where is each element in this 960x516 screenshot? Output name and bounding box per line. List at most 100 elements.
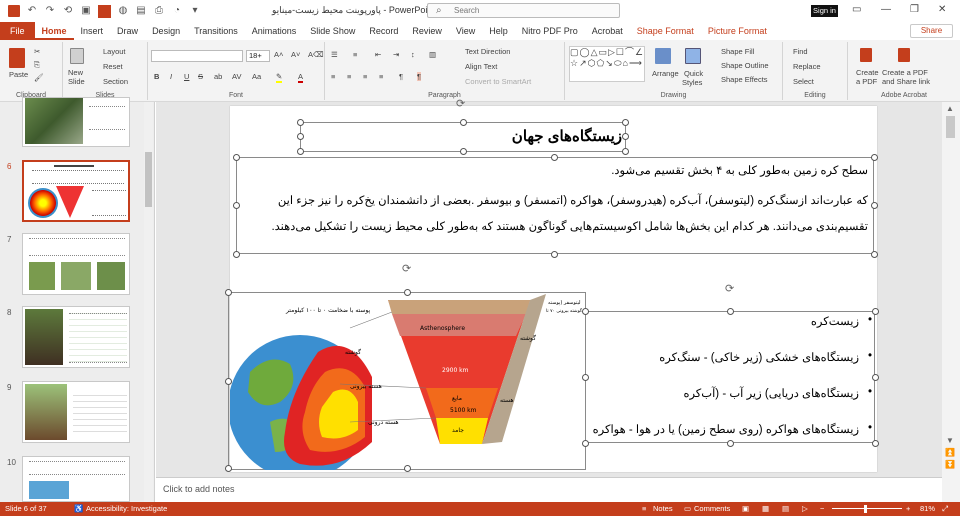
- create-share-label-2[interactable]: and Share link: [882, 77, 930, 86]
- tab-shape-format[interactable]: Shape Format: [630, 22, 701, 40]
- arrange-icon[interactable]: [655, 48, 671, 64]
- slide-title[interactable]: زیستگاه‌های جهان: [302, 122, 622, 152]
- tab-insert[interactable]: Insert: [74, 22, 111, 40]
- selection-handle[interactable]: [233, 251, 240, 258]
- zoom-slider[interactable]: [832, 508, 902, 509]
- format-painter-icon[interactable]: 🖌: [34, 73, 44, 82]
- create-pdf-label-2[interactable]: a PDF: [856, 77, 877, 86]
- find-button[interactable]: Find: [793, 47, 808, 56]
- start-from-beginning-icon[interactable]: ▣: [80, 5, 92, 17]
- align-center-icon[interactable]: ≡: [347, 72, 351, 81]
- increase-indent-icon[interactable]: ⇥: [393, 50, 399, 59]
- convert-smartart-button[interactable]: Convert to SmartArt: [465, 77, 531, 86]
- create-pdf-label-1[interactable]: Create: [856, 68, 879, 77]
- share-button[interactable]: Share: [910, 24, 953, 38]
- selection-handle[interactable]: [871, 154, 878, 161]
- reading-view-icon[interactable]: ▤: [782, 502, 789, 516]
- comments-icon[interactable]: ▭: [684, 502, 691, 516]
- selection-handle[interactable]: [551, 251, 558, 258]
- section-button[interactable]: Section: [103, 77, 128, 86]
- theme-icon[interactable]: ◍: [117, 5, 129, 17]
- align-right-icon[interactable]: ≡: [363, 72, 367, 81]
- char-spacing-icon[interactable]: AV: [232, 72, 241, 81]
- tab-home[interactable]: Home: [34, 22, 74, 40]
- tab-animations[interactable]: Animations: [245, 22, 304, 40]
- new-slide-label-1[interactable]: New: [68, 68, 83, 77]
- ltr-icon[interactable]: ¶: [399, 72, 403, 81]
- notes-icon[interactable]: ≡: [642, 502, 646, 516]
- selection-handle[interactable]: [622, 119, 629, 126]
- save-icon[interactable]: [8, 5, 20, 17]
- thumbnail-slide-5[interactable]: [22, 97, 130, 147]
- title-rotate-handle-icon[interactable]: ⟳: [456, 97, 465, 110]
- create-share-label-1[interactable]: Create a PDF: [882, 68, 928, 77]
- tab-file[interactable]: File: [0, 22, 35, 40]
- layout-button[interactable]: Layout: [103, 47, 126, 56]
- italic-icon[interactable]: I: [170, 72, 172, 81]
- tab-slide-show[interactable]: Slide Show: [303, 22, 362, 40]
- bullets-icon[interactable]: ☰: [331, 50, 338, 59]
- quick-styles-label-2[interactable]: Styles: [682, 78, 702, 87]
- sign-in-button[interactable]: Sign in: [811, 5, 838, 17]
- new-slide-label-2[interactable]: Slide: [68, 77, 85, 86]
- text-direction-button[interactable]: Text Direction: [465, 47, 510, 56]
- create-share-icon[interactable]: [898, 48, 910, 62]
- close-icon[interactable]: ✕: [938, 4, 946, 15]
- zoom-out-icon[interactable]: −: [820, 502, 824, 516]
- slide-sorter-icon[interactable]: ▦: [762, 502, 769, 516]
- more-commands-icon[interactable]: ▾: [189, 5, 201, 17]
- previous-slide-icon[interactable]: ⏫: [945, 448, 955, 457]
- thumbnail-slide-6[interactable]: [22, 160, 130, 222]
- picture-rotate-handle-icon[interactable]: ⟳: [402, 262, 411, 275]
- thumbnail-scrollbar[interactable]: [144, 102, 153, 502]
- thumbnail-scroll-thumb[interactable]: [145, 152, 152, 207]
- selection-handle[interactable]: [871, 251, 878, 258]
- minimize-icon[interactable]: —: [881, 4, 891, 15]
- scroll-up-icon[interactable]: ▲: [946, 104, 954, 113]
- fit-to-window-icon[interactable]: ⤢: [942, 502, 948, 516]
- habitat-list[interactable]: زیست‌کره زیستگاه‌های خشکی (زیر خاکی) - س…: [585, 314, 875, 458]
- zoom-level[interactable]: 81%: [920, 502, 935, 516]
- presenter-icon[interactable]: [98, 4, 111, 18]
- reset-icon[interactable]: ⟲: [62, 5, 74, 17]
- line-spacing-icon[interactable]: ↕: [411, 50, 415, 59]
- clear-format-icon[interactable]: A⌫: [308, 50, 324, 59]
- tab-help[interactable]: Help: [482, 22, 515, 40]
- print-icon[interactable]: ⎙: [153, 5, 165, 17]
- scroll-down-icon[interactable]: ▼: [946, 436, 954, 445]
- shrink-font-icon[interactable]: A˅: [291, 50, 300, 59]
- cut-icon[interactable]: ✂: [34, 47, 40, 56]
- selection-handle[interactable]: [871, 202, 878, 209]
- replace-button[interactable]: Replace: [793, 62, 821, 71]
- notes-button[interactable]: Notes: [653, 502, 673, 516]
- slideshow-icon[interactable]: ▷: [802, 502, 808, 516]
- new-slide-icon[interactable]: [70, 48, 84, 64]
- underline-icon[interactable]: U: [184, 72, 189, 81]
- paste-icon[interactable]: [9, 48, 25, 68]
- tab-view[interactable]: View: [449, 22, 482, 40]
- list-rotate-handle-icon[interactable]: ⟳: [725, 282, 734, 295]
- shadow-icon[interactable]: ab: [214, 72, 222, 81]
- search-box[interactable]: ⌕ Search: [427, 3, 620, 18]
- strikethrough-icon[interactable]: S: [198, 72, 203, 81]
- redo-icon[interactable]: ↷: [44, 5, 56, 17]
- tab-picture-format[interactable]: Picture Format: [701, 22, 774, 40]
- shape-effects-button[interactable]: Shape Effects: [721, 75, 768, 84]
- thumbnail-slide-9[interactable]: [22, 381, 130, 443]
- zoom-slider-thumb[interactable]: [864, 505, 867, 513]
- select-button[interactable]: Select: [793, 77, 814, 86]
- font-color-icon[interactable]: A: [298, 72, 304, 83]
- paste-button[interactable]: Paste: [9, 70, 28, 79]
- change-case-icon[interactable]: Aa: [252, 72, 261, 81]
- picture-icon[interactable]: ▤: [135, 5, 147, 17]
- thumbnail-slide-8[interactable]: [22, 306, 130, 368]
- numbering-icon[interactable]: ≡: [353, 50, 357, 59]
- tab-acrobat[interactable]: Acrobat: [585, 22, 630, 40]
- next-slide-icon[interactable]: ⏬: [945, 460, 955, 469]
- thumbnail-slide-10[interactable]: [22, 456, 130, 502]
- font-size-box[interactable]: 18+: [246, 50, 270, 62]
- earth-layers-diagram[interactable]: پوسته با ضخامت ۰ تا ۱۰۰ کیلومتر گوشته هس…: [230, 292, 586, 470]
- tab-transitions[interactable]: Transitions: [187, 22, 245, 40]
- normal-view-icon[interactable]: ▣: [742, 502, 749, 516]
- tab-nitro-pdf[interactable]: Nitro PDF Pro: [515, 22, 585, 40]
